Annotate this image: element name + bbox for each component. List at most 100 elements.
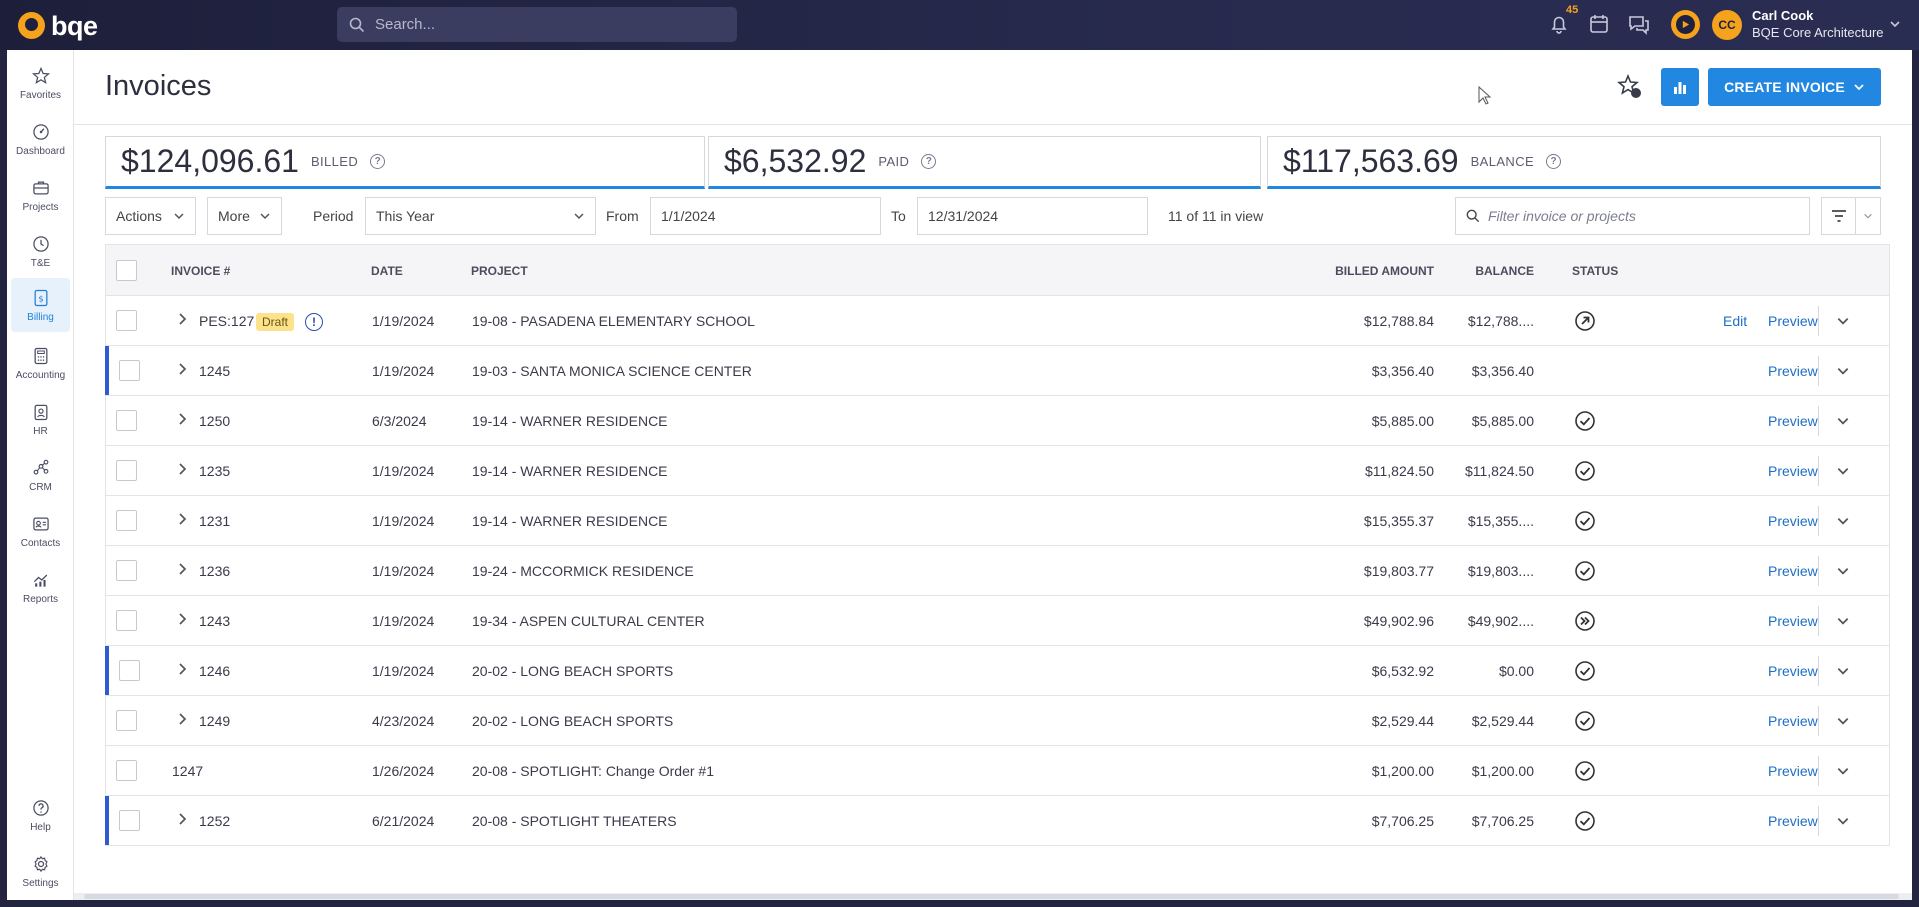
- table-row[interactable]: 1247 1/26/2024 20-08 - SPOTLIGHT: Change O…: [105, 746, 1890, 796]
- warning-icon[interactable]: !: [305, 313, 323, 331]
- preview-link[interactable]: Preview: [1768, 763, 1818, 779]
- col-invoice[interactable]: INVOICE #: [171, 264, 230, 278]
- scrollbar-thumb[interactable]: [84, 894, 1899, 899]
- col-date[interactable]: DATE: [371, 264, 403, 278]
- global-search[interactable]: [337, 7, 737, 42]
- chevron-down-icon[interactable]: [1836, 814, 1850, 828]
- table-row[interactable]: 1245 1/19/2024 19-03 - SANTA MONICA SCIENC…: [105, 346, 1890, 396]
- invoice-number[interactable]: 1247: [172, 763, 203, 779]
- preview-link[interactable]: Preview: [1768, 363, 1818, 379]
- user-name[interactable]: Carl Cook: [1752, 8, 1813, 23]
- chevron-down-icon[interactable]: [1836, 314, 1850, 328]
- preview-link[interactable]: Preview: [1768, 413, 1818, 429]
- chevron-right-icon[interactable]: [177, 362, 189, 376]
- chevron-right-icon[interactable]: [177, 712, 189, 726]
- table-row[interactable]: 1252 6/21/2024 20-08 - SPOTLIGHT THEATERS $…: [105, 796, 1890, 846]
- chevron-right-icon[interactable]: [177, 562, 189, 576]
- preview-link[interactable]: Preview: [1768, 713, 1818, 729]
- create-invoice-button[interactable]: CREATE INVOICE: [1708, 68, 1881, 106]
- chevron-right-icon[interactable]: [177, 812, 189, 826]
- filter-input[interactable]: [1488, 208, 1788, 224]
- preview-link[interactable]: Preview: [1768, 613, 1818, 629]
- preview-link[interactable]: Preview: [1768, 463, 1818, 479]
- invoice-number[interactable]: 1235: [199, 463, 230, 479]
- sidebar-item-hr[interactable]: HR: [7, 392, 74, 446]
- invoice-number[interactable]: 1236: [199, 563, 230, 579]
- chevron-down-icon[interactable]: [1836, 464, 1850, 478]
- actions-dropdown[interactable]: Actions: [105, 197, 196, 235]
- filter-search[interactable]: [1455, 197, 1810, 235]
- preview-link[interactable]: Preview: [1768, 813, 1818, 829]
- more-dropdown[interactable]: More: [207, 197, 282, 235]
- sidebar-item-dashboard[interactable]: Dashboard: [7, 112, 74, 166]
- bqe-logo[interactable]: bqe: [18, 12, 98, 39]
- preview-link[interactable]: Preview: [1768, 663, 1818, 679]
- chevron-right-icon[interactable]: [177, 612, 189, 626]
- chevron-down-icon[interactable]: [1888, 17, 1902, 31]
- row-checkbox[interactable]: [119, 660, 140, 681]
- table-row[interactable]: 1235 1/19/2024 19-14 - WARNER RESIDENCE $11…: [105, 446, 1890, 496]
- sidebar-item-help[interactable]: Help: [7, 788, 74, 842]
- table-row[interactable]: 1231 1/19/2024 19-14 - WARNER RESIDENCE $15…: [105, 496, 1890, 546]
- analytics-button[interactable]: [1661, 68, 1699, 106]
- calendar-icon[interactable]: [1587, 12, 1611, 36]
- row-checkbox[interactable]: [116, 610, 137, 631]
- invoice-number[interactable]: 1231: [199, 513, 230, 529]
- table-row[interactable]: 1236 1/19/2024 19-24 - MCCORMICK RESIDENCE…: [105, 546, 1890, 596]
- chevron-right-icon[interactable]: [177, 512, 189, 526]
- chevron-right-icon[interactable]: [177, 462, 189, 476]
- chevron-down-icon[interactable]: [1836, 714, 1850, 728]
- row-checkbox[interactable]: [116, 310, 137, 331]
- preview-link[interactable]: Preview: [1768, 513, 1818, 529]
- row-checkbox[interactable]: [116, 760, 137, 781]
- sidebar-item-accounting[interactable]: Accounting: [7, 336, 74, 390]
- row-checkbox[interactable]: [116, 560, 137, 581]
- advanced-filter-button[interactable]: [1821, 197, 1881, 235]
- user-org[interactable]: BQE Core Architecture: [1752, 25, 1884, 40]
- chat-icon[interactable]: [1627, 12, 1651, 36]
- chevron-down-icon[interactable]: [1836, 564, 1850, 578]
- table-row[interactable]: 1250 6/3/2024 19-14 - WARNER RESIDENCE $5,8…: [105, 396, 1890, 446]
- preview-link[interactable]: Preview: [1768, 313, 1818, 329]
- sidebar-item-te[interactable]: T&E: [7, 224, 74, 278]
- help-circle-icon[interactable]: ?: [1546, 154, 1562, 169]
- add-favorite-icon[interactable]: [1617, 74, 1643, 100]
- table-row[interactable]: 1246 1/19/2024 20-02 - LONG BEACH SPORTS $6…: [105, 646, 1890, 696]
- col-balance[interactable]: BALANCE: [1434, 264, 1534, 278]
- chevron-down-icon[interactable]: [1836, 364, 1850, 378]
- invoice-number[interactable]: 1249: [199, 713, 230, 729]
- table-row[interactable]: PES:127 Draft! 1/19/2024 19-08 - PASADENA E…: [105, 296, 1890, 346]
- play-button[interactable]: [1671, 10, 1700, 39]
- row-checkbox[interactable]: [116, 410, 137, 431]
- help-circle-icon[interactable]: ?: [370, 154, 386, 169]
- preview-link[interactable]: Preview: [1768, 563, 1818, 579]
- col-billed-amount[interactable]: BILLED AMOUNT: [1334, 264, 1434, 278]
- chevron-right-icon[interactable]: [177, 312, 189, 326]
- chevron-right-icon[interactable]: [177, 412, 189, 426]
- search-input[interactable]: [375, 16, 715, 33]
- sidebar-item-billing[interactable]: $ Billing: [11, 278, 70, 332]
- chevron-right-icon[interactable]: [177, 662, 189, 676]
- help-circle-icon[interactable]: ?: [921, 154, 937, 169]
- chevron-down-icon[interactable]: [1836, 414, 1850, 428]
- invoice-number[interactable]: 1246: [199, 663, 230, 679]
- to-date-field[interactable]: 12/31/2024: [917, 197, 1148, 235]
- sidebar-item-reports[interactable]: Reports: [7, 560, 74, 614]
- chevron-down-icon[interactable]: [1836, 664, 1850, 678]
- avatar[interactable]: CC: [1712, 10, 1742, 40]
- invoice-number[interactable]: 1245: [199, 363, 230, 379]
- period-select[interactable]: This Year: [365, 197, 596, 235]
- edit-link[interactable]: Edit: [1723, 313, 1747, 329]
- select-all-checkbox[interactable]: [116, 260, 137, 281]
- invoice-number[interactable]: 1243: [199, 613, 230, 629]
- sidebar-item-settings[interactable]: Settings: [7, 844, 74, 898]
- invoice-number[interactable]: 1250: [199, 413, 230, 429]
- horizontal-scrollbar[interactable]: [74, 893, 1912, 900]
- row-checkbox[interactable]: [119, 810, 140, 831]
- col-project[interactable]: PROJECT: [471, 264, 528, 278]
- invoice-number[interactable]: PES:127: [199, 313, 254, 329]
- sidebar-item-projects[interactable]: Projects: [7, 168, 74, 222]
- chevron-down-icon[interactable]: [1836, 514, 1850, 528]
- row-checkbox[interactable]: [116, 710, 137, 731]
- row-checkbox[interactable]: [119, 360, 140, 381]
